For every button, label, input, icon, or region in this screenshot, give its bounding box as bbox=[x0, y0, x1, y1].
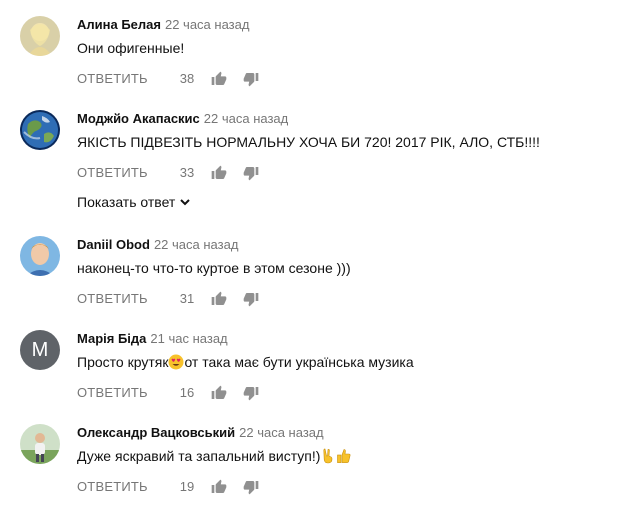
thumbs-up-icon[interactable] bbox=[210, 164, 228, 182]
thumbs-up-icon[interactable] bbox=[210, 478, 228, 496]
victory-hand-emoji-icon bbox=[323, 448, 333, 464]
thumbs-up-icon[interactable] bbox=[210, 70, 228, 88]
comment-text: наконец-то что-то куртое в этом сезоне )… bbox=[77, 260, 351, 276]
thumbs-down-icon[interactable] bbox=[242, 164, 260, 182]
avatar-photo-icon bbox=[20, 236, 60, 276]
thumbs-up-icon[interactable] bbox=[210, 384, 228, 402]
comment-time[interactable]: 21 час назад bbox=[150, 331, 227, 346]
like-count: 16 bbox=[179, 385, 195, 400]
comment-header: Марія Біда 21 час назад bbox=[77, 330, 228, 348]
comment-time[interactable]: 22 часа назад bbox=[165, 17, 249, 32]
reply-button[interactable]: ОТВЕТИТЬ bbox=[77, 69, 148, 89]
like-count: 38 bbox=[179, 71, 195, 86]
avatar[interactable] bbox=[20, 236, 60, 276]
comment-actions: ОТВЕТИТЬ 38 bbox=[77, 69, 260, 89]
like-count: 33 bbox=[179, 165, 195, 180]
comment-actions: ОТВЕТИТЬ 19 bbox=[77, 477, 260, 497]
comment-text-part: Дуже яскравий та запальний виступ!) bbox=[77, 448, 321, 464]
comment-text-part: от така має бути українська музика bbox=[184, 354, 414, 370]
reply-button[interactable]: ОТВЕТИТЬ bbox=[77, 383, 148, 403]
comment-author[interactable]: Марія Біда bbox=[77, 331, 146, 346]
avatar-photo-icon bbox=[20, 424, 60, 464]
like-count: 31 bbox=[179, 291, 195, 306]
comment-header: Олександр Вацковський 22 часа назад bbox=[77, 424, 324, 442]
heart-eyes-emoji-icon bbox=[168, 354, 184, 370]
earth-globe-icon bbox=[20, 110, 60, 150]
thumbs-down-icon[interactable] bbox=[242, 478, 260, 496]
comment-actions: ОТВЕТИТЬ 31 bbox=[77, 289, 260, 309]
comment-header: Daniil Obod 22 часа назад bbox=[77, 236, 238, 254]
comment-text: Дуже яскравий та запальний виступ!) bbox=[77, 446, 352, 466]
comment-text: Они офигенные! bbox=[77, 40, 185, 56]
comment-text-part: Просто крутяк bbox=[77, 354, 169, 370]
thumbs-up-emoji-icon bbox=[337, 449, 351, 463]
avatar[interactable]: M bbox=[20, 330, 60, 370]
comment-time[interactable]: 22 часа назад bbox=[239, 425, 323, 440]
comment-time[interactable]: 22 часа назад bbox=[154, 237, 238, 252]
comment-author[interactable]: Олександр Вацковський bbox=[77, 425, 235, 440]
comment-author[interactable]: Моджйо Акапаскис bbox=[77, 111, 200, 126]
comment-text: ЯКІСТЬ ПІДВЕЗІТЬ НОРМАЛЬНУ ХОЧА БИ 720! … bbox=[77, 134, 540, 150]
avatar[interactable] bbox=[20, 16, 60, 56]
comment-actions: ОТВЕТИТЬ 33 bbox=[77, 163, 260, 183]
avatar-photo-icon bbox=[20, 16, 60, 56]
comment-header: Моджйо Акапаскис 22 часа назад bbox=[77, 110, 288, 128]
avatar[interactable] bbox=[20, 424, 60, 464]
reply-button[interactable]: ОТВЕТИТЬ bbox=[77, 477, 148, 497]
comment-text: Просто крутяк от така має бути українськ… bbox=[77, 352, 414, 372]
like-count: 19 bbox=[179, 479, 195, 494]
thumbs-down-icon[interactable] bbox=[242, 70, 260, 88]
comment-time[interactable]: 22 часа назад bbox=[204, 111, 288, 126]
thumbs-down-icon[interactable] bbox=[242, 384, 260, 402]
reply-button[interactable]: ОТВЕТИТЬ bbox=[77, 289, 148, 309]
comment-actions: ОТВЕТИТЬ 16 bbox=[77, 383, 260, 403]
thumbs-up-icon[interactable] bbox=[210, 290, 228, 308]
comment-author[interactable]: Алина Белая bbox=[77, 17, 161, 32]
reply-button[interactable]: ОТВЕТИТЬ bbox=[77, 163, 148, 183]
show-replies-button[interactable]: Показать ответ bbox=[77, 192, 191, 212]
avatar-letter: M bbox=[31, 338, 49, 361]
comment-author[interactable]: Daniil Obod bbox=[77, 237, 150, 252]
avatar[interactable] bbox=[20, 110, 60, 150]
thumbs-down-icon[interactable] bbox=[242, 290, 260, 308]
show-replies-label: Показать ответ bbox=[77, 194, 176, 210]
chevron-down-icon bbox=[180, 199, 191, 206]
comment-header: Алина Белая 22 часа назад bbox=[77, 16, 249, 34]
